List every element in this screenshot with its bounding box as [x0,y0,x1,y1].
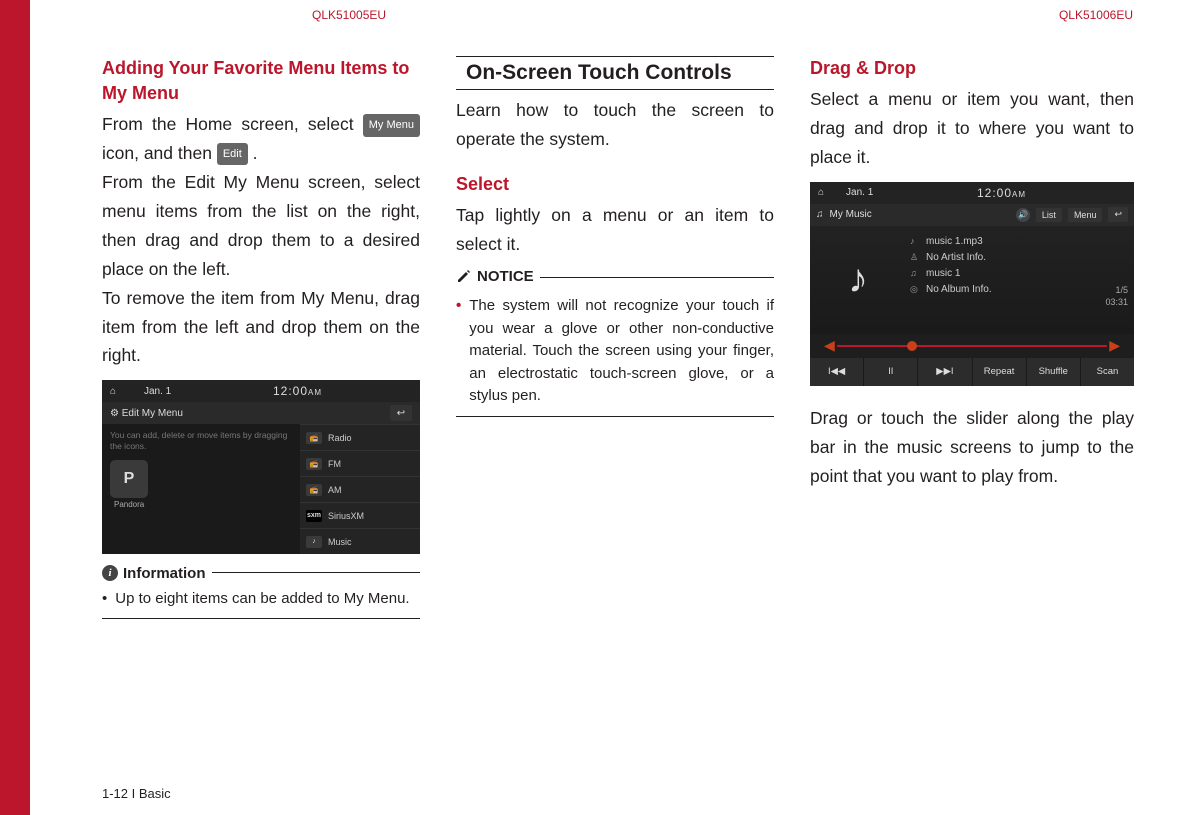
column-3: Drag & Drop Select a menu or item you wa… [810,56,1134,619]
info-icon: i [102,565,118,581]
radio-icon: 📻 [306,432,322,444]
shot2-date: Jan. 1 [846,187,873,198]
shot1-status-bar: ⌂ Jan. 1 12:00AM [102,380,420,402]
arrow-right-icon: ▶ [1107,337,1122,354]
col1-para1c: . [248,143,258,163]
track-count: 1/5 [1094,284,1128,297]
col1-para2: From the Edit My Menu screen, select men… [102,168,420,284]
shot2-time: 12:00AM [977,186,1026,200]
shot1-time: 12:00AM [273,384,322,398]
menu-button[interactable]: Menu [1068,208,1103,222]
shot1-drop-area[interactable]: You can add, delete or move items by dra… [102,424,300,554]
col1-para1b: icon, and then [102,143,217,163]
music-player-screenshot: ⌂ Jan. 1 12:00AM ♫ My Music 🔊 List Menu … [810,182,1134,386]
information-header: i Information [102,565,212,582]
col3-para1: Select a menu or item you want, then dra… [810,85,1134,172]
col2-para1: Learn how to touch the screen to operate… [456,96,774,154]
col2-sub-para: Tap lightly on a menu or an item to sele… [456,201,774,259]
sxm-icon: sxm [306,510,322,522]
arrow-left-icon: ◀ [822,337,837,354]
page-footer: 1-12 I Basic [102,786,171,801]
artist-icon: ♙ [910,252,920,263]
list-item[interactable]: 📻FM [300,450,420,476]
pandora-label: Pandora [114,500,292,509]
pandora-tile[interactable]: P [110,460,148,498]
fm-icon: 📻 [306,458,322,470]
left-red-bar [0,0,30,815]
track-metadata: ♪music 1.mp3 ♙No Artist Info. ♫music 1 ◎… [906,226,1094,334]
list-button[interactable]: List [1036,208,1062,222]
list-item[interactable]: 📻Radio [300,424,420,450]
col3-para2: Drag or touch the slider along the play … [810,404,1134,491]
player-controls: I◀◀ II ▶▶I Repeat Shuffle Scan [810,358,1134,386]
shot1-source-list: 📻Radio 📻FM 📻AM sxmSiriusXM ♪Music [300,424,420,554]
shot1-date: Jan. 1 [144,386,171,397]
list-item[interactable]: sxmSiriusXM [300,502,420,528]
back-icon[interactable]: ↩ [390,405,412,421]
notice-block: NOTICE • The system will not recognize y… [456,277,774,417]
bullet-icon: • [456,295,461,408]
page-codes: QLK51005EU QLK51006EU [102,8,1161,22]
my-menu-button-tag: My Menu [363,114,420,136]
progress-bar-row: ◀ ▶ [810,334,1134,358]
prev-button[interactable]: I◀◀ [810,358,864,386]
track-numbers: 1/5 03:31 [1094,226,1134,334]
shot1-title-bar: ⚙ Edit My Menu ↩ [102,402,420,424]
col1-para3: To remove the item from My Menu, drag it… [102,284,420,371]
info-bullet: • Up to eight items can be added to My M… [102,588,420,611]
col1-para1: From the Home screen, select My Menu ico… [102,110,420,168]
scan-button[interactable]: Scan [1081,358,1134,386]
pause-button[interactable]: II [864,358,918,386]
col1-para1a: From the Home screen, select [102,114,363,134]
shot1-hint: You can add, delete or move items by dra… [110,430,292,452]
repeat-button[interactable]: Repeat [973,358,1027,386]
gear-icon: ⚙ [110,408,119,419]
page-code-left: QLK51005EU [102,8,472,22]
am-icon: 📻 [306,484,322,496]
shot2-source-bar: ♫ My Music 🔊 List Menu ↩ [810,204,1134,226]
heading-adding-favorite: Adding Your Favorite Menu Items to My Me… [102,56,420,106]
column-2: On-Screen Touch Controls Learn how to to… [456,56,774,619]
column-1: Adding Your Favorite Menu Items to My Me… [102,56,420,619]
list-item[interactable]: ♪Music [300,528,420,554]
progress-track[interactable] [837,345,1107,347]
progress-knob[interactable] [907,341,917,351]
shot2-status-bar: ⌂ Jan. 1 12:00AM [810,182,1134,204]
elapsed-time: 03:31 [1094,296,1128,309]
home-icon[interactable]: ⌂ [818,187,824,198]
edit-button-tag: Edit [217,143,248,165]
music-source-icon: ♫ [816,209,824,220]
album-art: ♪ [810,226,906,334]
edit-my-menu-screenshot: ⌂ Jan. 1 12:00AM ⚙ Edit My Menu ↩ You ca… [102,380,420,554]
shot2-source: My Music [830,209,872,220]
home-icon[interactable]: ⌂ [110,386,122,397]
page-code-right: QLK51006EU [472,8,1161,22]
section-title-touch-controls: On-Screen Touch Controls [456,56,774,90]
heading-drag-drop: Drag & Drop [810,56,1134,81]
music-icon: ♪ [306,536,322,548]
list-item[interactable]: 📻AM [300,476,420,502]
next-button[interactable]: ▶▶I [918,358,972,386]
shot1-title: ⚙ Edit My Menu [110,408,183,419]
notice-header: NOTICE [456,268,540,285]
back-icon[interactable]: ↩ [1108,207,1128,222]
file-icon: ♪ [910,236,920,246]
title-icon: ♫ [910,268,920,278]
information-block: i Information • Up to eight items can be… [102,572,420,619]
pencil-icon [456,268,472,284]
page-content: QLK51005EU QLK51006EU Adding Your Favori… [30,0,1181,815]
bullet-icon: • [102,588,107,611]
sound-icon[interactable]: 🔊 [1016,208,1030,222]
notice-bullet: • The system will not recognize your tou… [456,295,774,408]
album-icon: ◎ [910,284,920,295]
heading-select: Select [456,172,774,197]
shuffle-button[interactable]: Shuffle [1027,358,1081,386]
